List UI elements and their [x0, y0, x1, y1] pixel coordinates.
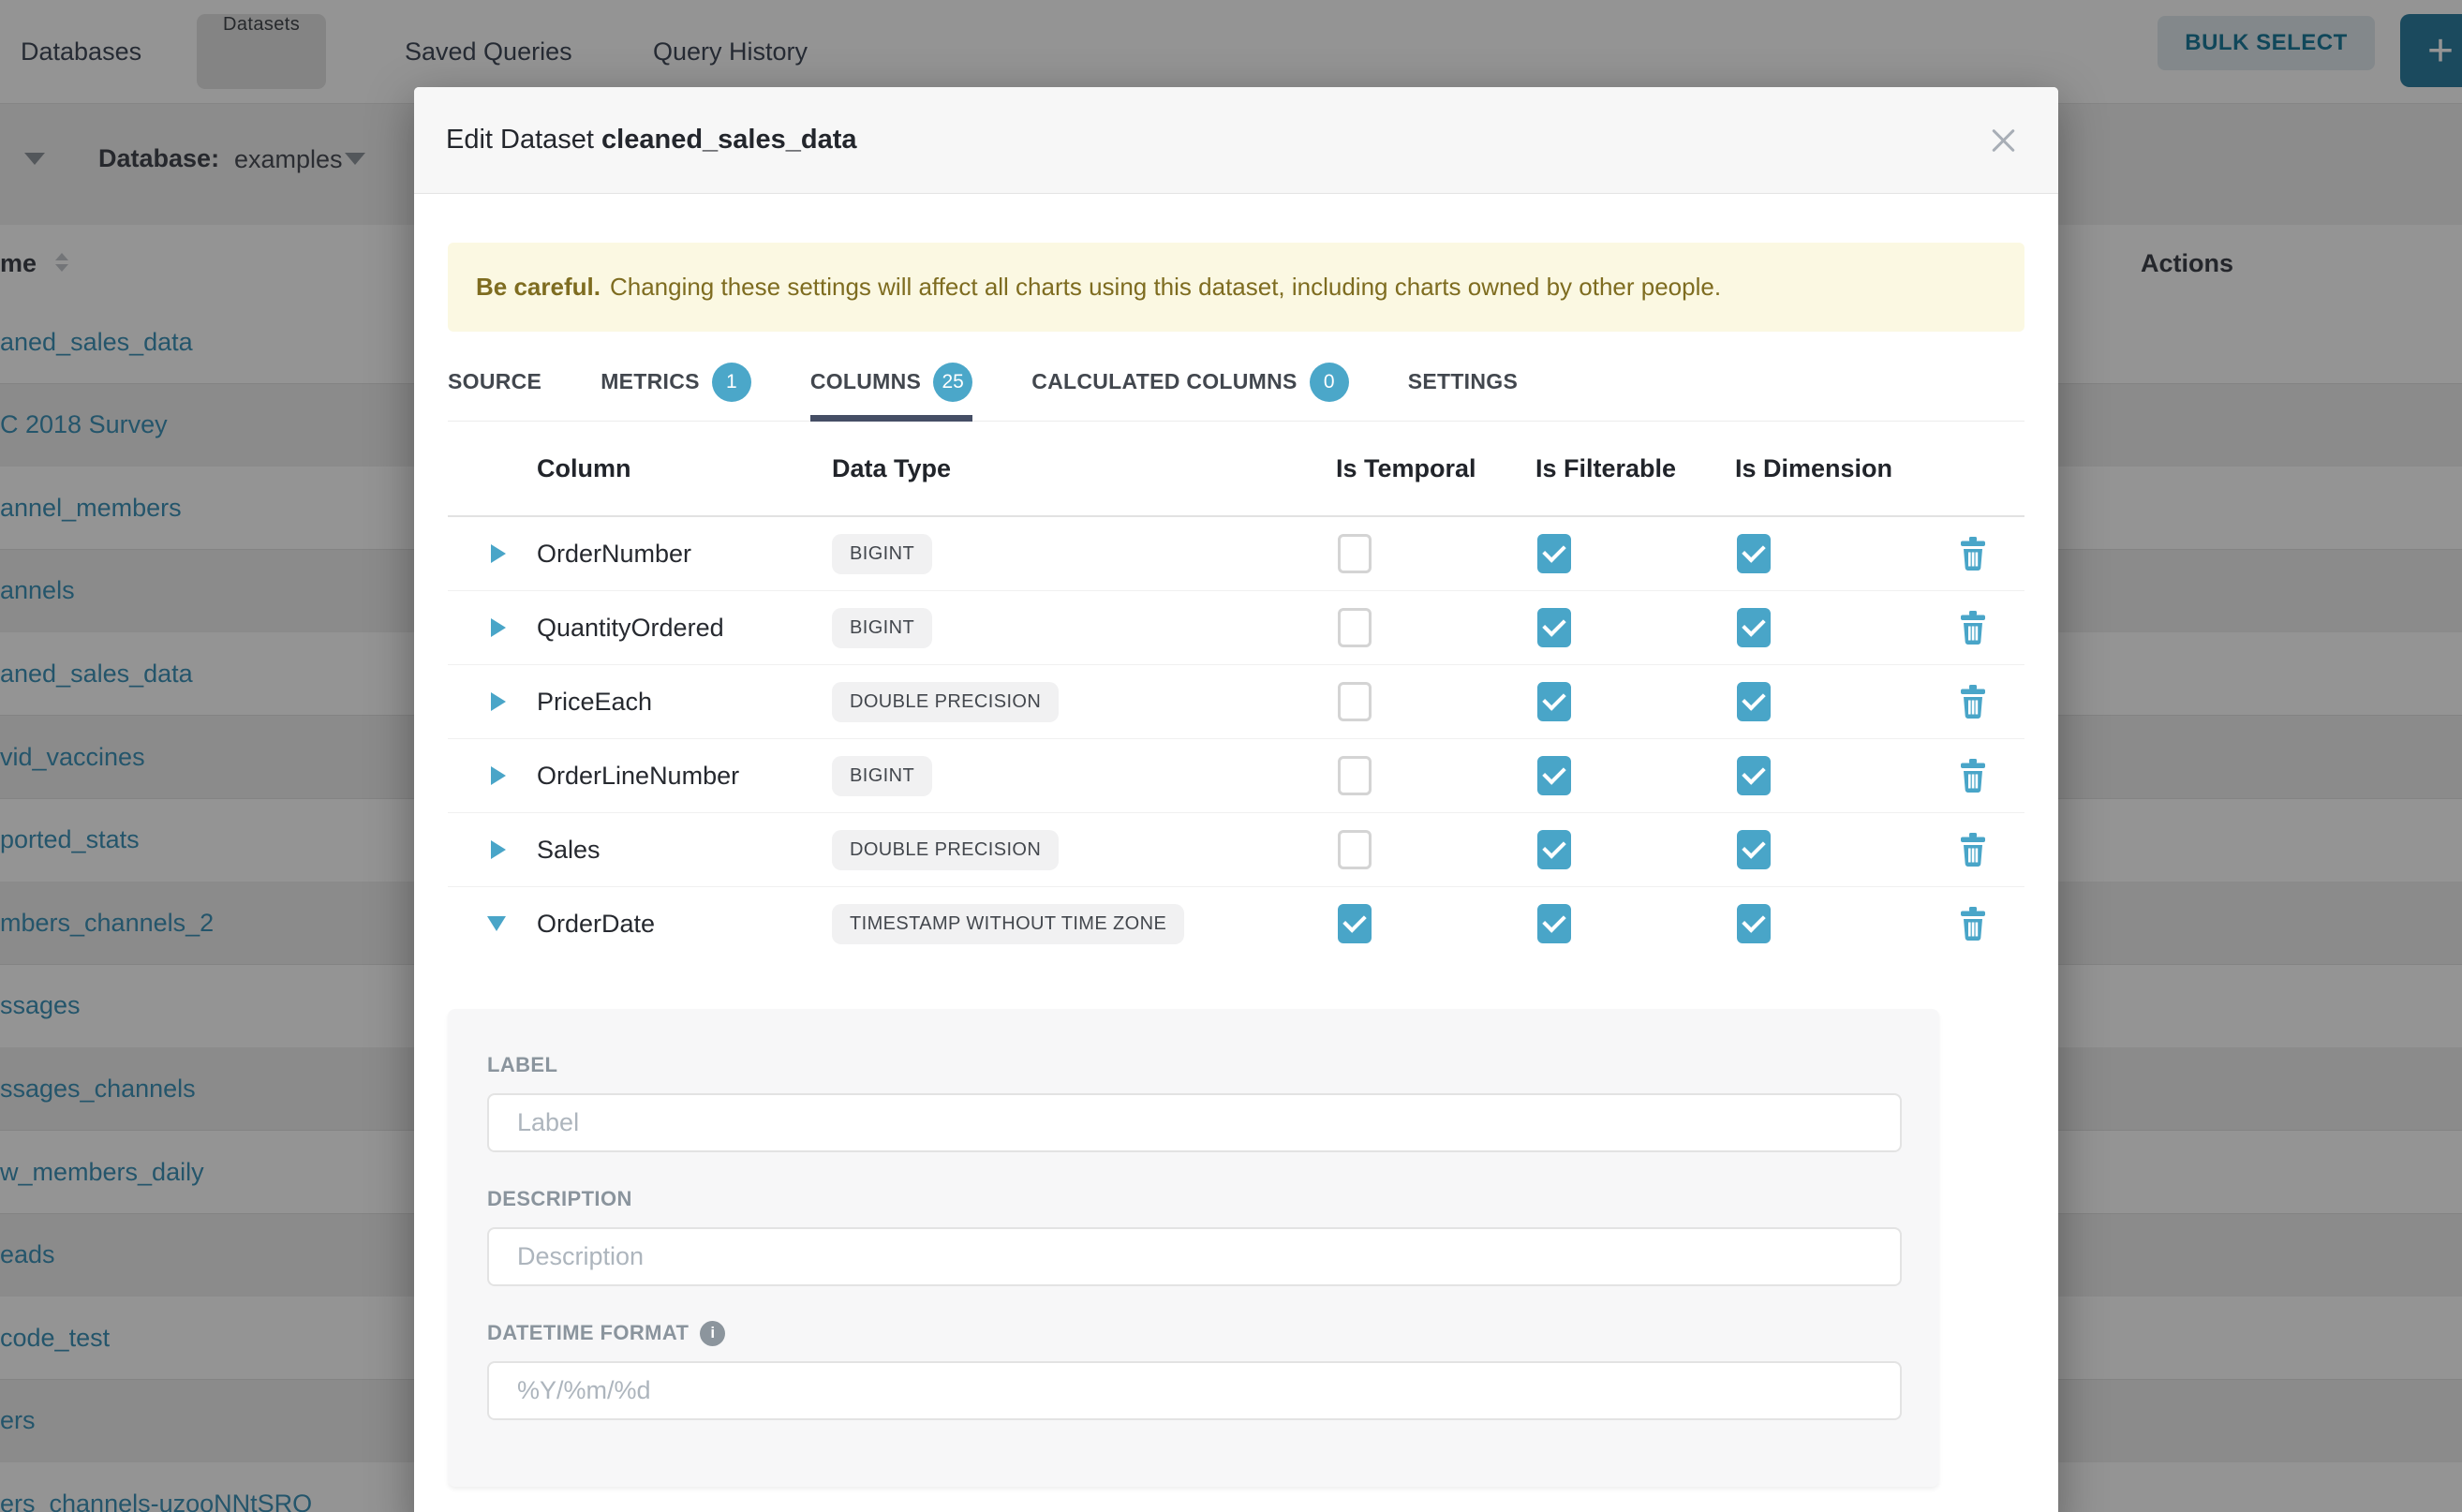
description-field-label: DESCRIPTION [487, 1186, 1902, 1212]
is-temporal-checkbox[interactable] [1338, 756, 1372, 795]
is-temporal-checkbox[interactable] [1338, 830, 1372, 869]
delete-column-icon[interactable] [1959, 759, 1987, 793]
tab-label: SETTINGS [1408, 369, 1518, 394]
close-icon[interactable] [1987, 124, 2021, 157]
header-data-type: Data Type [832, 454, 1336, 483]
header-column: Column [537, 454, 832, 483]
app-screen: DatabasesDatasetsSaved QueriesQuery Hist… [0, 0, 2462, 1512]
edit-dataset-modal: Edit Dataset cleaned_sales_data Be caref… [414, 87, 2058, 1512]
modal-title-prefix: Edit Dataset [446, 125, 594, 155]
delete-column-icon[interactable] [1959, 907, 1987, 941]
expand-caret-icon[interactable] [491, 766, 506, 785]
is-filterable-checkbox[interactable] [1537, 830, 1571, 869]
column-name: OrderDate [537, 910, 832, 939]
description-input[interactable] [487, 1227, 1902, 1286]
column-name: QuantityOrdered [537, 614, 832, 643]
data-type-pill: BIGINT [832, 608, 932, 648]
tab-columns[interactable]: COLUMNS 25 [810, 343, 972, 421]
columns-table: Column Data Type Is Temporal Is Filterab… [448, 422, 2024, 960]
is-filterable-checkbox[interactable] [1537, 682, 1571, 721]
is-dimension-checkbox[interactable] [1737, 608, 1771, 647]
column-row-orderdate: OrderDateTIMESTAMP WITHOUT TIME ZONE [448, 887, 2024, 960]
description-field-label-text: DESCRIPTION [487, 1187, 632, 1211]
column-name: Sales [537, 836, 832, 865]
datetime-format-label-text: DATETIME FORMAT [487, 1321, 689, 1345]
is-temporal-checkbox[interactable] [1338, 608, 1372, 647]
datetime-format-input[interactable] [487, 1361, 1902, 1420]
expand-caret-icon[interactable] [491, 840, 506, 859]
tab-metrics[interactable]: METRICS 1 [601, 343, 751, 421]
datetime-format-field: DATETIME FORMAT i [487, 1320, 1902, 1420]
modal-tabs: SOURCE METRICS 1 COLUMNS 25 CALCULATED COLUMN… [448, 343, 2024, 422]
data-type-pill: DOUBLE PRECISION [832, 830, 1059, 870]
expand-caret-icon[interactable] [491, 692, 506, 711]
column-row-ordernumber: OrderNumberBIGINT [448, 517, 2024, 591]
is-dimension-checkbox[interactable] [1737, 682, 1771, 721]
is-filterable-checkbox[interactable] [1537, 904, 1571, 943]
tab-label: COLUMNS [810, 369, 921, 394]
column-row-orderlinenumber: OrderLineNumberBIGINT [448, 739, 2024, 813]
label-field: LABEL [487, 1052, 1902, 1152]
warning-text: Changing these settings will affect all … [610, 273, 1721, 302]
delete-column-icon[interactable] [1959, 685, 1987, 719]
is-filterable-checkbox[interactable] [1537, 608, 1571, 647]
column-row-sales: SalesDOUBLE PRECISION [448, 813, 2024, 887]
column-name: OrderLineNumber [537, 762, 832, 791]
delete-column-icon[interactable] [1959, 833, 1987, 867]
is-temporal-checkbox[interactable] [1338, 904, 1372, 943]
is-dimension-checkbox[interactable] [1737, 830, 1771, 869]
is-filterable-checkbox[interactable] [1537, 756, 1571, 795]
warning-banner: Be careful. Changing these settings will… [448, 243, 2024, 332]
is-temporal-checkbox[interactable] [1338, 682, 1372, 721]
warning-bold: Be careful. [476, 273, 601, 302]
modal-dataset-name: cleaned_sales_data [601, 125, 856, 155]
modal-header: Edit Dataset cleaned_sales_data [414, 87, 2058, 194]
columns-table-header: Column Data Type Is Temporal Is Filterab… [448, 422, 2024, 517]
column-row-quantityordered: QuantityOrderedBIGINT [448, 591, 2024, 665]
tab-label: SOURCE [448, 369, 541, 394]
delete-column-icon[interactable] [1959, 611, 1987, 645]
info-icon[interactable]: i [700, 1321, 725, 1346]
tab-count-badge: 0 [1310, 363, 1349, 402]
delete-column-icon[interactable] [1959, 537, 1987, 571]
tab-count-badge: 25 [933, 363, 972, 402]
tab-settings[interactable]: SETTINGS [1408, 343, 1518, 421]
column-name: PriceEach [537, 688, 832, 717]
tab-calculated-columns[interactable]: CALCULATED COLUMNS 0 [1031, 343, 1349, 421]
header-is-temporal: Is Temporal [1336, 454, 1535, 483]
expand-caret-icon[interactable] [491, 618, 506, 637]
label-field-label: LABEL [487, 1052, 1902, 1078]
is-dimension-checkbox[interactable] [1737, 756, 1771, 795]
data-type-pill: DOUBLE PRECISION [832, 682, 1059, 722]
is-filterable-checkbox[interactable] [1537, 534, 1571, 573]
tab-label: CALCULATED COLUMNS [1031, 369, 1298, 394]
datetime-format-field-label: DATETIME FORMAT i [487, 1320, 1902, 1346]
data-type-pill: TIMESTAMP WITHOUT TIME ZONE [832, 904, 1184, 944]
collapse-caret-icon[interactable] [487, 916, 506, 931]
is-temporal-checkbox[interactable] [1338, 534, 1372, 573]
data-type-pill: BIGINT [832, 534, 932, 574]
modal-title: Edit Dataset cleaned_sales_data [446, 125, 857, 156]
expand-caret-icon[interactable] [491, 544, 506, 563]
label-field-label-text: LABEL [487, 1053, 557, 1077]
header-is-dimension: Is Dimension [1735, 454, 1950, 483]
tab-source[interactable]: SOURCE [448, 343, 541, 421]
is-dimension-checkbox[interactable] [1737, 904, 1771, 943]
column-detail-panel: LABEL DESCRIPTION DATETIME FORMAT i [448, 1009, 1939, 1487]
data-type-pill: BIGINT [832, 756, 932, 796]
column-name: OrderNumber [537, 540, 832, 569]
is-dimension-checkbox[interactable] [1737, 534, 1771, 573]
column-row-priceeach: PriceEachDOUBLE PRECISION [448, 665, 2024, 739]
header-is-filterable: Is Filterable [1535, 454, 1735, 483]
tab-count-badge: 1 [712, 363, 751, 402]
label-input[interactable] [487, 1093, 1902, 1152]
tab-label: METRICS [601, 369, 700, 394]
modal-body: Be careful. Changing these settings will… [414, 243, 2058, 1487]
description-field: DESCRIPTION [487, 1186, 1902, 1286]
